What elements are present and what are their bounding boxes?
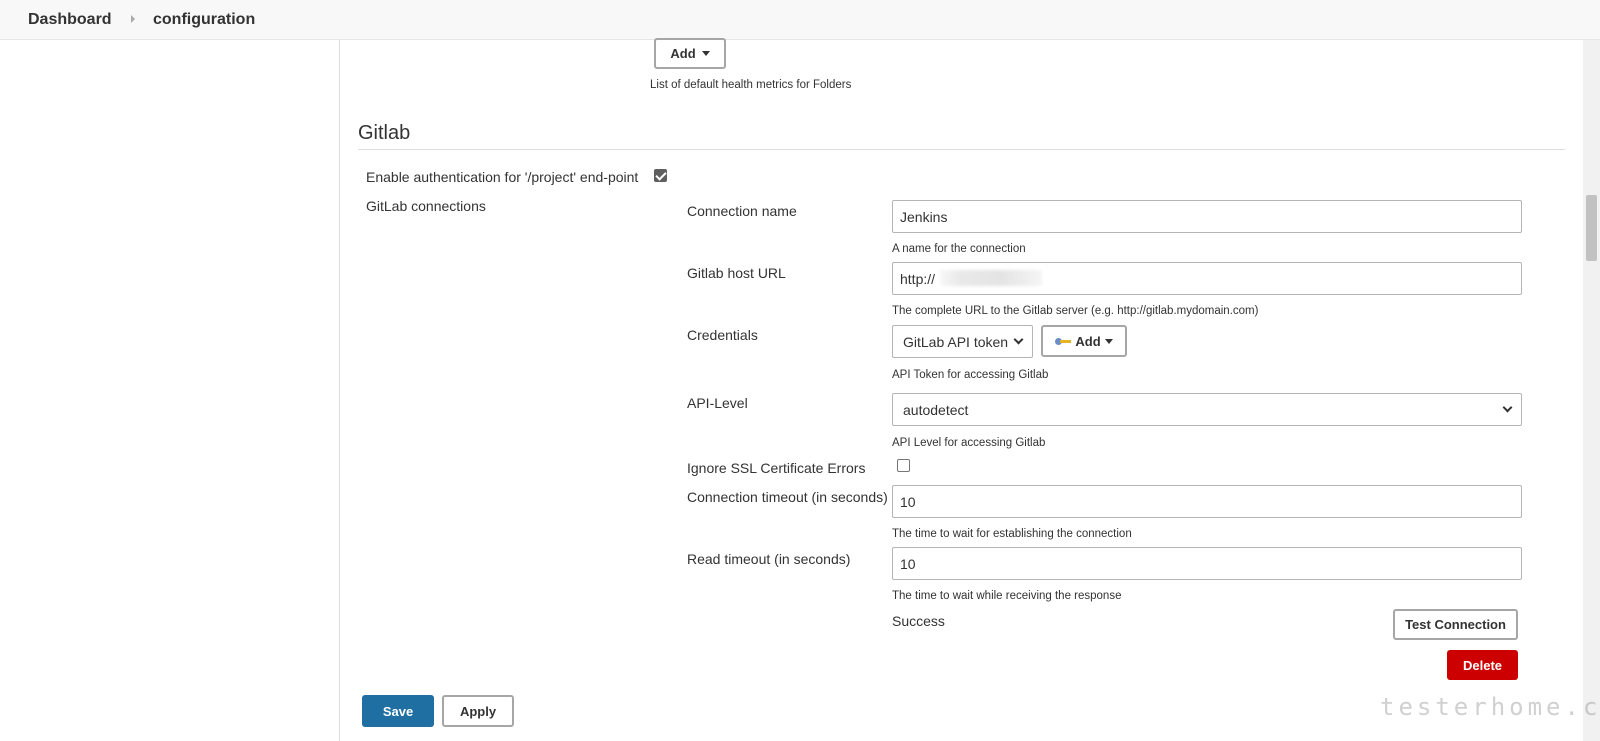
page-scrollbar-thumb[interactable] xyxy=(1586,195,1597,261)
breadcrumb-dashboard-link[interactable]: Dashboard xyxy=(28,11,112,29)
delete-connection-button[interactable]: Delete xyxy=(1447,650,1518,680)
health-metrics-help: List of default health metrics for Folde… xyxy=(650,79,852,91)
chevron-down-icon xyxy=(1502,402,1513,413)
connection-name-input[interactable] xyxy=(892,200,1522,233)
connection-name-label: Connection name xyxy=(687,203,797,219)
test-connection-button[interactable]: Test Connection xyxy=(1393,609,1518,640)
connection-timeout-input[interactable] xyxy=(892,485,1522,518)
credentials-select[interactable]: GitLab API token xyxy=(892,325,1033,358)
side-panel-divider xyxy=(339,40,340,741)
enable-auth-checkbox[interactable] xyxy=(654,169,667,182)
api-level-help: API Level for accessing Gitlab xyxy=(892,437,1046,449)
read-timeout-label: Read timeout (in seconds) xyxy=(687,551,851,567)
credentials-add-label: Add xyxy=(1075,333,1101,349)
gitlab-section-title: Gitlab xyxy=(358,122,411,144)
api-level-select[interactable]: autodetect xyxy=(892,393,1522,426)
credentials-help: API Token for accessing Gitlab xyxy=(892,369,1049,381)
gitlab-connections-label: GitLab connections xyxy=(366,198,486,214)
connection-timeout-label: Connection timeout (in seconds) xyxy=(687,489,888,505)
connection-name-help: A name for the connection xyxy=(892,243,1026,255)
breadcrumb-configuration-link[interactable]: configuration xyxy=(153,11,255,29)
gitlab-host-url-help: The complete URL to the Gitlab server (e… xyxy=(892,305,1259,317)
credentials-label: Credentials xyxy=(687,327,758,343)
chevron-down-icon xyxy=(1013,334,1024,345)
test-connection-status: Success xyxy=(892,613,945,629)
breadcrumb: Dashboard configuration xyxy=(0,0,1600,40)
apply-button[interactable]: Apply xyxy=(442,695,514,727)
ignore-ssl-checkbox[interactable] xyxy=(897,459,910,472)
gitlab-host-url-label: Gitlab host URL xyxy=(687,265,786,281)
key-icon xyxy=(1055,336,1072,346)
enable-auth-label: Enable authentication for '/project' end… xyxy=(366,169,639,185)
credentials-selected-value: GitLab API token xyxy=(903,333,1009,350)
read-timeout-help: The time to wait while receiving the res… xyxy=(892,590,1122,602)
connection-timeout-help: The time to wait for establishing the co… xyxy=(892,528,1132,540)
credentials-add-button[interactable]: Add xyxy=(1041,325,1127,357)
api-level-label: API-Level xyxy=(687,395,748,411)
test-connection-label: Test Connection xyxy=(1405,617,1506,632)
apply-label: Apply xyxy=(459,703,497,719)
read-timeout-input[interactable] xyxy=(892,547,1522,580)
ignore-ssl-label: Ignore SSL Certificate Errors xyxy=(687,460,866,476)
health-metrics-add-button[interactable]: Add xyxy=(654,38,726,69)
caret-down-icon xyxy=(701,51,710,56)
redacted-host-mask xyxy=(940,270,1042,286)
save-button[interactable]: Save xyxy=(362,695,434,727)
watermark-text: testerhome.com xyxy=(1380,693,1600,721)
caret-down-icon xyxy=(1104,338,1113,344)
health-metrics-add-label: Add xyxy=(670,46,696,61)
section-divider xyxy=(358,149,1565,150)
delete-label: Delete xyxy=(1462,657,1503,673)
page-scrollbar-track[interactable] xyxy=(1583,40,1600,741)
breadcrumb-separator-icon xyxy=(131,15,135,23)
save-label: Save xyxy=(382,703,414,719)
api-level-selected-value: autodetect xyxy=(903,401,969,418)
